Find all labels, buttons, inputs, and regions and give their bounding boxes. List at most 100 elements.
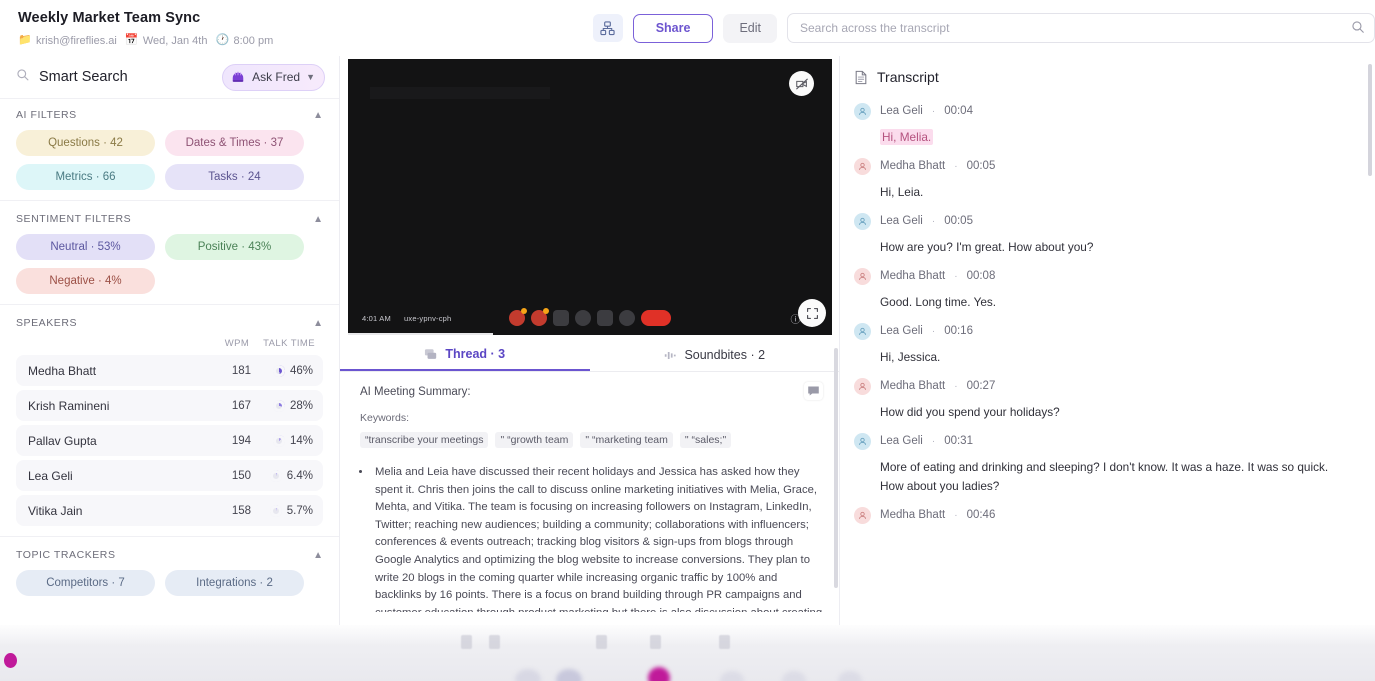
transcript-timestamp[interactable]: 00:27 <box>967 380 996 392</box>
ai-filters-title: AI FILTERS <box>16 109 77 121</box>
camera-off-button[interactable] <box>789 71 814 96</box>
ai-filters-section: AI FILTERS ▲ Questions · 42 Dates & Time… <box>0 98 339 200</box>
summary-bullet: Melia and Leia have discussed their rece… <box>372 464 823 612</box>
org-chart-button[interactable] <box>592 14 623 42</box>
filter-chip-metrics[interactable]: Metrics · 66 <box>16 164 155 190</box>
speaker-row[interactable]: Medha Bhatt 181 46% <box>16 355 323 386</box>
ask-fred-label: Ask Fred <box>252 70 301 84</box>
ask-fred-button[interactable]: Ask Fred ▼ <box>222 63 325 91</box>
keyword-chip[interactable]: " “marketing team <box>580 432 673 448</box>
keyword-chip[interactable]: “transcribe your meetings <box>360 432 489 448</box>
edit-button[interactable]: Edit <box>723 13 777 43</box>
filter-chip-positive[interactable]: Positive · 43% <box>165 234 304 260</box>
chevron-up-icon[interactable]: ▲ <box>313 318 323 329</box>
thread-icon <box>425 348 437 359</box>
transcript-entry[interactable]: Lea Geli · 00:16 Hi, Jessica. <box>854 318 1355 367</box>
chevron-up-icon[interactable]: ▲ <box>313 214 323 225</box>
chevron-up-icon[interactable]: ▲ <box>313 550 323 561</box>
topic-chip-competitors[interactable]: Competitors · 7 <box>16 570 155 596</box>
speaker-wpm: 150 <box>231 469 251 482</box>
camera-off-icon[interactable] <box>531 308 549 326</box>
transcript-entry[interactable]: Medha Bhatt · 00:08 Good. Long time. Yes… <box>854 263 1355 312</box>
keyword-chip[interactable]: " “growth team <box>495 432 574 448</box>
folder-icon: 📁 <box>18 34 32 46</box>
dock-app-blob[interactable] <box>515 669 541 681</box>
fullscreen-button[interactable] <box>798 299 826 327</box>
video-player[interactable]: 4:01 AM uxe-ypnv-cph ⓘ 👤 <box>348 59 832 335</box>
smart-search-icon <box>16 68 30 87</box>
avatar <box>854 157 871 175</box>
transcript-timestamp[interactable]: 00:05 <box>967 160 996 172</box>
speaker-talk-time: 5.7% <box>251 504 313 517</box>
transcript-speaker: Lea Geli <box>880 435 923 447</box>
speaker-wpm: 194 <box>231 434 251 447</box>
transcript-entry[interactable]: Medha Bhatt · 00:46 <box>854 502 1355 528</box>
transcript-timestamp[interactable]: 00:05 <box>944 215 973 227</box>
transcript-entry[interactable]: Medha Bhatt · 00:05 Hi, Leia. <box>854 153 1355 202</box>
speaker-row[interactable]: Vitika Jain 158 5.7% <box>16 495 323 526</box>
transcript-entry[interactable]: Lea Geli · 00:31 More of eating and drin… <box>854 428 1355 496</box>
talk-time-donut <box>272 434 285 447</box>
search-input[interactable] <box>787 13 1375 43</box>
present-icon[interactable] <box>597 310 613 326</box>
dock-icon[interactable] <box>650 635 661 649</box>
share-button[interactable]: Share <box>632 13 714 43</box>
filter-chip-tasks[interactable]: Tasks · 24 <box>165 164 304 190</box>
comment-button[interactable] <box>804 382 823 400</box>
transcript-timestamp[interactable]: 00:08 <box>967 270 996 282</box>
chevron-down-icon: ▼ <box>306 72 315 82</box>
speaker-wpm: 181 <box>231 364 251 377</box>
mic-off-icon[interactable] <box>509 308 527 326</box>
transcript-timestamp[interactable]: 00:31 <box>944 435 973 447</box>
dock-icon[interactable] <box>489 635 500 649</box>
transcript-timestamp[interactable]: 00:46 <box>967 509 996 521</box>
dock-icon[interactable] <box>596 635 607 649</box>
transcript-entry[interactable]: Lea Geli · 00:04 Hi, Melia. <box>854 98 1355 147</box>
page-title: Weekly Market Team Sync <box>18 10 201 26</box>
raise-hand-icon[interactable] <box>575 310 591 326</box>
transcript-entry[interactable]: Medha Bhatt · 00:27 How did you spend yo… <box>854 373 1355 422</box>
captions-icon[interactable] <box>553 310 569 326</box>
transcript-timestamp[interactable]: 00:04 <box>944 105 973 117</box>
transcript-separator: · <box>931 435 936 447</box>
transcript-separator: · <box>954 509 958 521</box>
os-dock <box>0 625 1375 681</box>
more-options-icon[interactable] <box>619 310 635 326</box>
caption-strip <box>348 333 493 335</box>
transcript-entry[interactable]: Lea Geli · 00:05 How are you? I'm great.… <box>854 208 1355 257</box>
tab-soundbites[interactable]: Soundbites · 2 <box>590 339 840 371</box>
dock-app-blob[interactable] <box>782 671 806 681</box>
meta-time: 🕐 8:00 pm <box>215 34 273 47</box>
fullscreen-icon <box>806 307 818 319</box>
filter-chip-negative[interactable]: Negative · 4% <box>16 268 155 294</box>
keyword-chip[interactable]: " “sales;" <box>679 432 732 448</box>
filter-chip-questions[interactable]: Questions · 42 <box>16 130 155 156</box>
transcript-timestamp[interactable]: 00:16 <box>944 325 973 337</box>
talk-time-value: 6.4% <box>286 469 313 482</box>
top-bar: Weekly Market Team Sync 📁 krish@fireflie… <box>0 0 1375 56</box>
summary-scrollbar[interactable] <box>834 348 838 588</box>
ai-filters-header: AI FILTERS ▲ <box>16 109 323 121</box>
speakers-column-headers: WPM TALK TIME <box>16 338 323 355</box>
tab-thread[interactable]: Thread · 3 <box>340 339 590 371</box>
speaker-name: Lea Geli <box>28 468 73 483</box>
speaker-row[interactable]: Lea Geli 150 6.4% <box>16 460 323 491</box>
dock-icon[interactable] <box>461 635 472 649</box>
dock-app-blob[interactable] <box>648 667 670 681</box>
speaker-row[interactable]: Pallav Gupta 194 14% <box>16 425 323 456</box>
transcript-scrollbar[interactable] <box>1368 64 1372 176</box>
dock-app-blob[interactable] <box>556 669 582 681</box>
topic-chip-integrations[interactable]: Integrations · 2 <box>165 570 304 596</box>
dock-icon[interactable] <box>719 635 730 649</box>
speaker-talk-time: 14% <box>251 434 313 447</box>
speakers-header: SPEAKERS ▲ <box>16 317 323 329</box>
sentiment-filter-chips: Neutral · 53% Positive · 43% Negative · … <box>16 234 323 298</box>
speaker-row[interactable]: Krish Ramineni 167 28% <box>16 390 323 421</box>
filter-chip-dates-times[interactable]: Dates & Times · 37 <box>165 130 304 156</box>
dock-app-blob[interactable] <box>838 671 862 681</box>
end-call-icon[interactable] <box>641 310 671 326</box>
topic-trackers-section: TOPIC TRACKERS ▲ Competitors · 7 Integra… <box>0 536 339 606</box>
filter-chip-neutral[interactable]: Neutral · 53% <box>16 234 155 260</box>
chevron-up-icon[interactable]: ▲ <box>313 110 323 121</box>
dock-app-blob[interactable] <box>720 671 744 681</box>
